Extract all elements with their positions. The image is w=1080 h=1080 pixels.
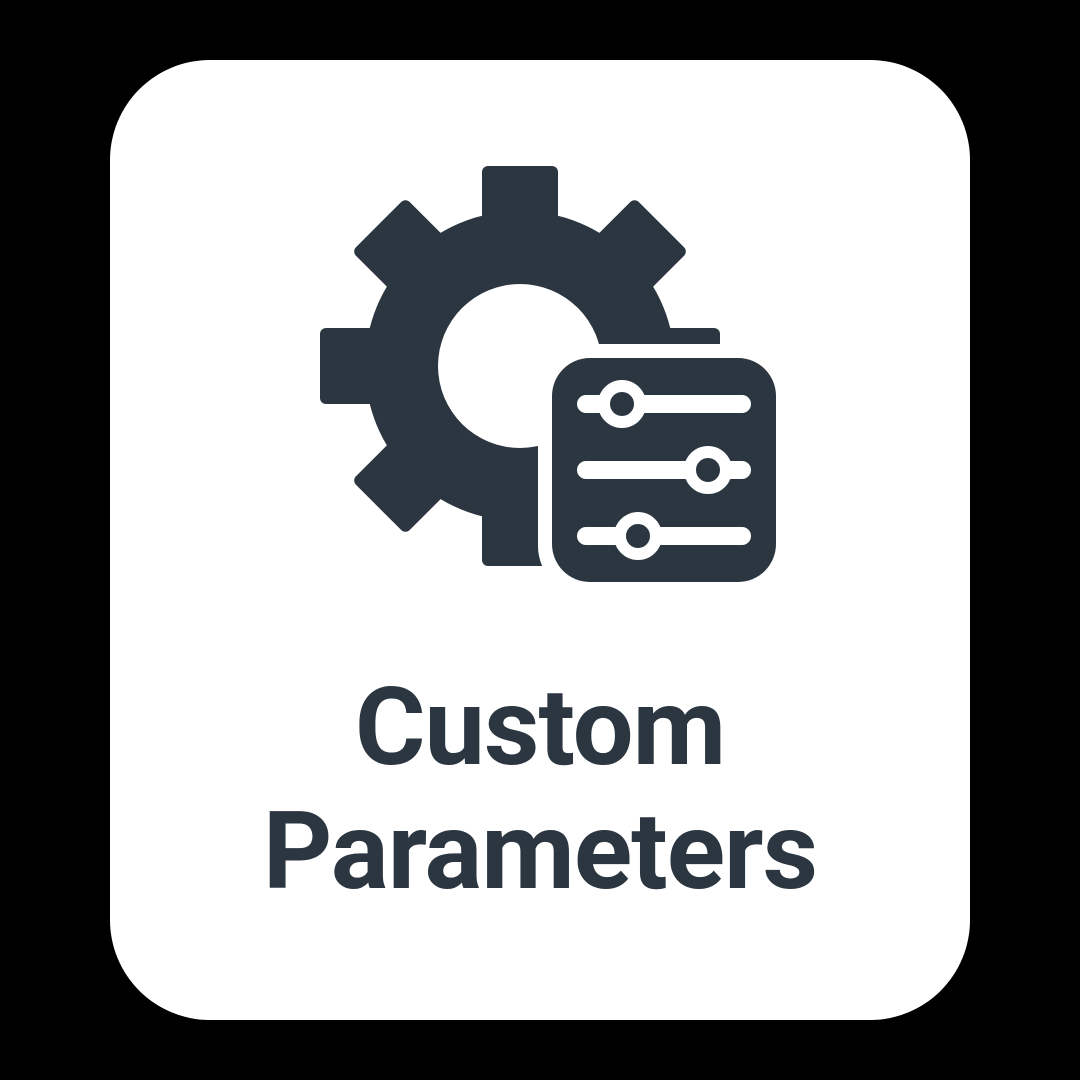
- custom-parameters-icon: [290, 166, 790, 606]
- custom-parameters-tile[interactable]: Custom Parameters: [110, 60, 970, 1020]
- tile-label-line2: Parameters: [263, 790, 817, 914]
- tile-label-line1: Custom: [263, 666, 817, 790]
- tile-label: Custom Parameters: [263, 666, 817, 914]
